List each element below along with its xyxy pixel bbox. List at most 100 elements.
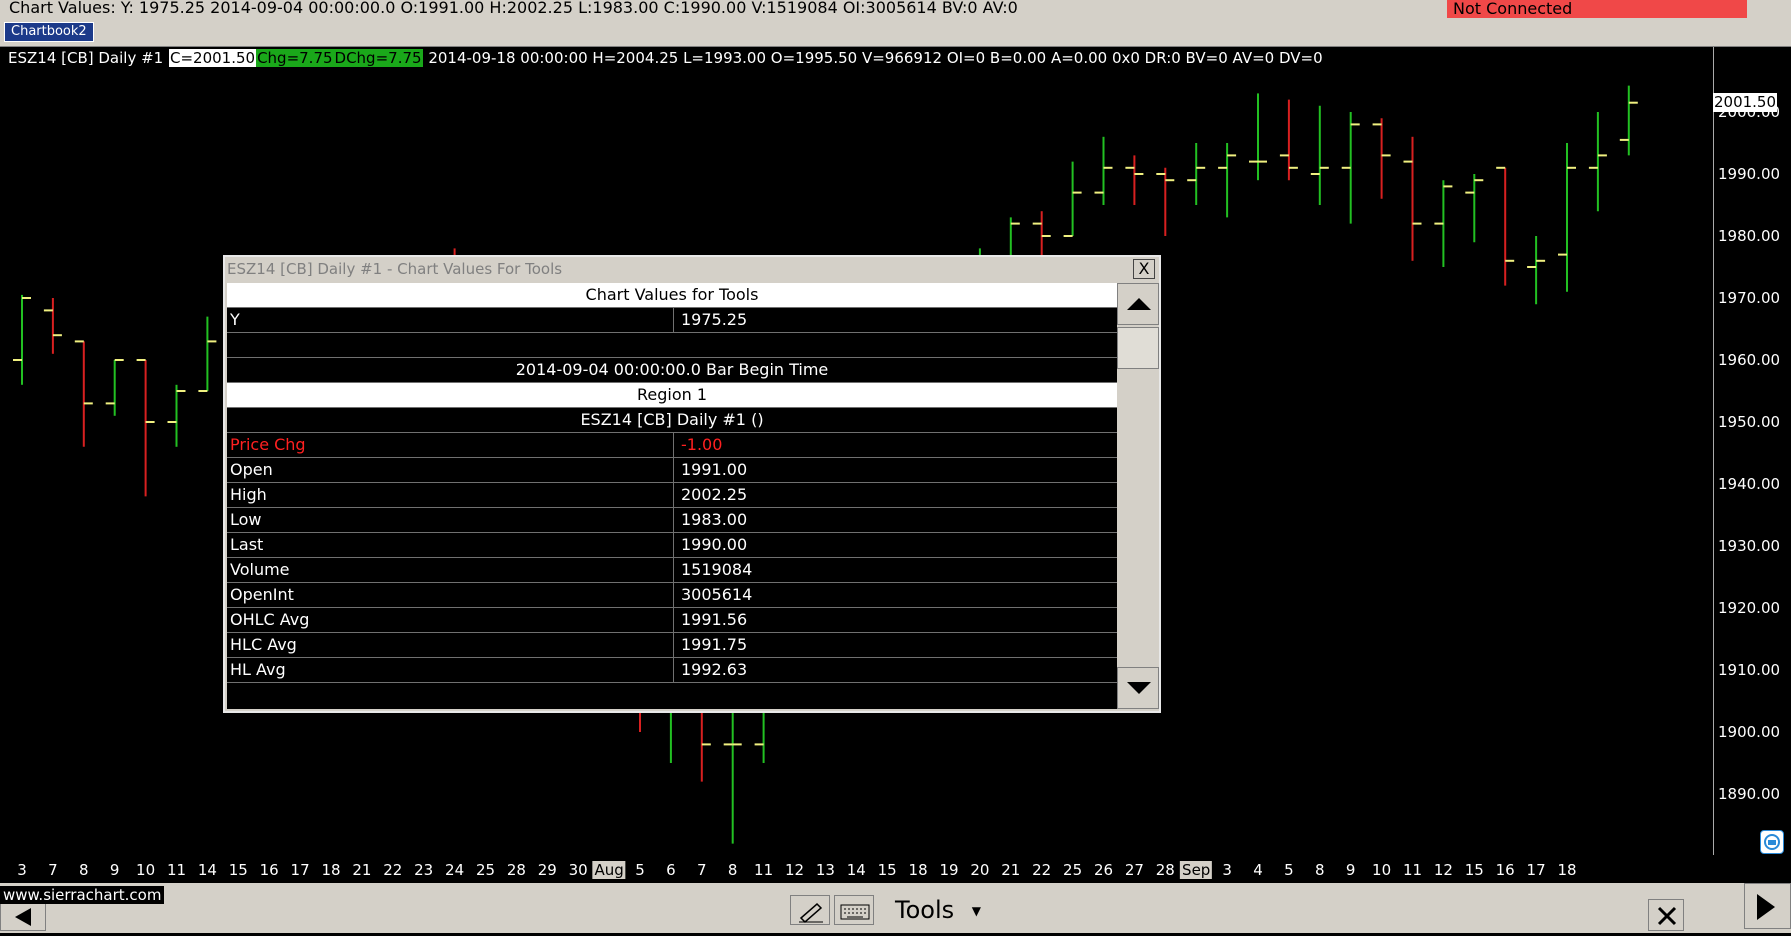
value-cell: 1519084 (673, 558, 752, 583)
ohlc-bar (1434, 180, 1453, 267)
scroll-down-button[interactable] (1117, 667, 1159, 709)
value-cell: 1991.75 (673, 633, 747, 658)
date-tick-label: 7 (697, 861, 707, 879)
dropdown-arrow-icon: ▼ (971, 904, 981, 918)
value-key: Last (230, 535, 264, 554)
date-tick-label: 21 (1001, 861, 1021, 879)
date-tick-label: 18 (1557, 861, 1577, 879)
chart-values-bar: Chart Values: Y: 1975.25 2014-09-04 00:0… (0, 0, 1791, 18)
ohlc-bar (1156, 167, 1175, 236)
chart-values-dialog[interactable]: ESZ14 [CB] Daily #1 - Chart Values For T… (223, 255, 1161, 713)
scroll-left-button[interactable] (0, 901, 46, 931)
value-cell: -1.00 (673, 433, 722, 458)
value-key: Low (230, 510, 262, 529)
price-tick-label: 1900.00 (1718, 723, 1781, 741)
date-tick-label: 6 (666, 861, 676, 879)
value-key: OpenInt (230, 585, 294, 604)
date-tick-label: 8 (79, 861, 89, 879)
value-row: OpenInt 3005614 (227, 583, 1117, 608)
keyboard-button[interactable] (834, 895, 874, 925)
date-tick-label: 24 (445, 861, 465, 879)
connection-status[interactable]: Not Connected (1447, 0, 1747, 18)
ohlc-bar (1403, 136, 1422, 261)
chevron-right-icon (1757, 894, 1775, 920)
ohlc-bar (1063, 161, 1082, 237)
date-axis[interactable]: 3 7 8 9 10 11 14 15 16 17 18 21 22 23 24 25 28 29 30 Aug 5 6 7… (0, 855, 1713, 883)
bar-time-row: 2014-09-04 00:00:00.0 Bar Begin Time (227, 358, 1117, 383)
date-tick-label: 22 (1032, 861, 1052, 879)
pencil-icon (799, 902, 823, 924)
date-tick-label: 29 (537, 861, 557, 879)
date-tick-label: 4 (1253, 861, 1263, 879)
ohlc-bar (1341, 112, 1360, 224)
value-row: Price Chg -1.00 (227, 433, 1117, 458)
change-value: Chg=7.75 (256, 49, 334, 67)
value-key: Open (230, 460, 273, 479)
tab-chartbook2[interactable]: Chartbook2 (4, 22, 94, 42)
date-tick-label: 11 (1402, 861, 1423, 879)
date-tick-label: 11 (754, 861, 774, 879)
scroll-right-button[interactable] (1744, 883, 1791, 929)
region-row: Region 1 (227, 383, 1117, 408)
draw-tool-button[interactable] (790, 895, 830, 925)
topbar-spacer (1747, 0, 1791, 18)
dialog-close-button[interactable]: X (1133, 259, 1155, 279)
ohlc-bar (74, 340, 93, 447)
tools-label: Tools (895, 896, 955, 924)
date-tick-label: 19 (939, 861, 959, 879)
date-tick-label: 9 (1345, 861, 1356, 879)
value-key: Volume (230, 560, 290, 579)
price-tick-label: 1930.00 (1718, 537, 1781, 555)
ohlc-bar (136, 359, 155, 497)
value-cell: 1991.00 (673, 458, 747, 483)
date-tick-label: 13 (815, 861, 835, 879)
scroll-thumb[interactable] (1117, 327, 1159, 369)
value-row: HL Avg 1992.63 (227, 658, 1117, 683)
ohlc-bar (1187, 143, 1206, 205)
ohlc-bar (1558, 143, 1576, 292)
y-key: Y (230, 310, 240, 329)
price-tick-label: 1990.00 (1718, 165, 1781, 183)
website-link[interactable]: www.sierrachart.com (0, 886, 165, 904)
value-key: Price Chg (230, 435, 306, 454)
ohlc-bar (1094, 136, 1113, 205)
price-axis[interactable]: 2000.00 1990.00 1980.00 1970.00 1960.00 1950.… (1714, 47, 1791, 855)
date-tick-label: 30 (568, 861, 588, 879)
date-tick-label: 15 (228, 861, 248, 879)
date-tick-label: 16 (1495, 861, 1515, 879)
ohlc-bar (105, 359, 124, 416)
ohlc-bar (1279, 99, 1298, 181)
value-row: HLC Avg 1991.75 (227, 633, 1117, 658)
chart-header-info: ESZ14 [CB] Daily #1 C=2001.50 Chg=7.75 DCh… (7, 49, 1324, 68)
date-tick-label: 7 (48, 861, 58, 879)
dialog-scrollbar[interactable] (1117, 283, 1159, 709)
floating-widget-icon[interactable] (1760, 830, 1784, 854)
price-tick-label: 1910.00 (1718, 661, 1781, 679)
y-row: Y 1975.25 (227, 308, 1117, 333)
price-tick-label: 1970.00 (1718, 289, 1781, 307)
price-tick-label: 1940.00 (1718, 475, 1781, 493)
chart-values-text: Chart Values: Y: 1975.25 2014-09-04 00:0… (9, 0, 1018, 17)
date-tick-label: 25 (1063, 861, 1083, 879)
study-row: ESZ14 [CB] Daily #1 () (227, 408, 1117, 433)
close-icon (1657, 906, 1677, 926)
ohlc-bar (43, 298, 62, 354)
ohlc-bar (1588, 112, 1607, 212)
date-tick-label: 10 (1372, 861, 1392, 879)
scroll-up-button[interactable] (1117, 283, 1159, 325)
close-toolbar-button[interactable] (1648, 899, 1684, 931)
daily-change-value: DChg=7.75 (333, 49, 423, 67)
ohlc-bar (198, 316, 217, 392)
arrow-up-icon (1127, 298, 1151, 310)
date-tick-label: 14 (197, 861, 217, 879)
dialog-title: ESZ14 [CB] Daily #1 - Chart Values For T… (227, 260, 563, 278)
bar-details: 2014-09-18 00:00:00 H=2004.25 L=1993.00 … (428, 49, 1323, 67)
tools-menu[interactable]: Tools ▼ (895, 895, 981, 925)
date-tick-label: 16 (259, 861, 279, 879)
value-cell: 2002.25 (673, 483, 747, 508)
value-row: Open 1991.00 (227, 458, 1117, 483)
close-value: C=2001.50 (168, 49, 257, 67)
grid-header: Chart Values for Tools (227, 283, 1117, 308)
date-tick-label: 5 (1284, 861, 1294, 879)
date-tick-label: 23 (414, 861, 434, 879)
